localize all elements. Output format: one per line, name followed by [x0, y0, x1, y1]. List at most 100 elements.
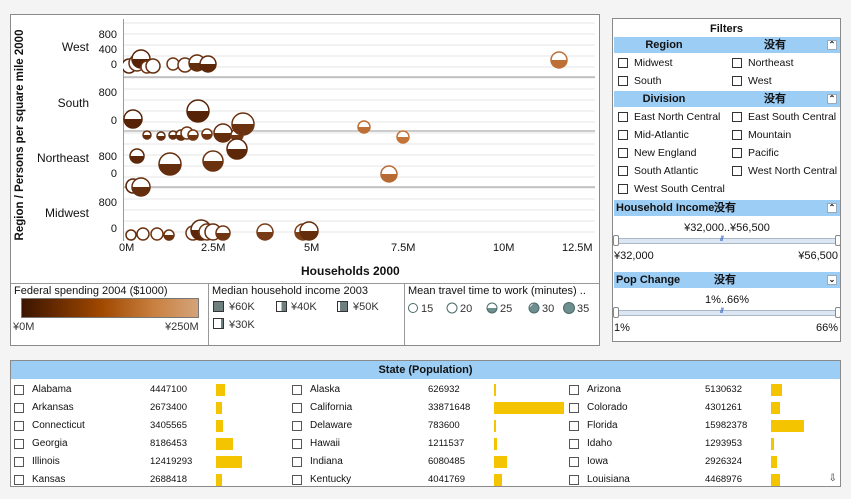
state-bubble[interactable] [131, 177, 151, 197]
state-checkbox[interactable] [292, 421, 302, 431]
state-name: Delaware [310, 420, 353, 431]
state-bubble[interactable] [129, 148, 145, 164]
state-bubble[interactable] [125, 229, 137, 241]
state-checkbox[interactable] [14, 403, 24, 413]
state-bubble[interactable] [201, 128, 213, 140]
division-checkbox[interactable] [732, 166, 742, 176]
state-checkbox[interactable] [14, 385, 24, 395]
y-tick: 0 [110, 223, 117, 235]
state-bubble[interactable] [123, 109, 143, 129]
division-filter-header[interactable]: Division 没有 ⌃ [614, 91, 840, 107]
state-bubble[interactable] [156, 131, 166, 141]
fill-three-quarter-icon [337, 301, 348, 312]
pop-change-slider[interactable] [618, 310, 836, 316]
state-checkbox[interactable] [14, 457, 24, 467]
state-bubble[interactable] [226, 138, 248, 160]
household-income-range: ¥32,000..¥56,500 [684, 222, 770, 234]
division-checkbox[interactable] [732, 112, 742, 122]
slider-max-handle[interactable] [835, 235, 841, 246]
state-bubble[interactable] [187, 129, 199, 141]
state-checkbox[interactable] [569, 385, 579, 395]
state-bubble[interactable] [136, 227, 150, 241]
state-checkbox[interactable] [569, 439, 579, 449]
state-bubble[interactable] [202, 150, 224, 172]
state-checkbox[interactable] [292, 403, 302, 413]
household-income-slider[interactable] [618, 238, 836, 244]
pop-change-header[interactable]: Pop Change 没有 ⌄ [614, 272, 840, 288]
region-checkbox-west[interactable] [732, 76, 742, 86]
expand-down-icon[interactable]: ⌄ [827, 275, 837, 285]
state-bubble[interactable] [163, 229, 175, 241]
population-bar [494, 384, 496, 396]
state-checkbox[interactable] [292, 385, 302, 395]
region-checkbox-south[interactable] [618, 76, 628, 86]
state-bubble[interactable] [357, 120, 371, 134]
state-bubble[interactable] [215, 225, 231, 241]
state-bubble[interactable] [142, 130, 152, 140]
division-checkbox[interactable] [618, 166, 628, 176]
collapse-up-icon[interactable]: ⌃ [827, 94, 837, 104]
x-tick: 7.5M [391, 242, 416, 254]
state-bubble[interactable] [186, 99, 210, 123]
division-checkbox[interactable] [618, 148, 628, 158]
slider-min-handle[interactable] [613, 235, 619, 246]
region-filter-header[interactable]: Region 没有 ⌃ [614, 37, 840, 53]
state-bubble[interactable] [550, 51, 568, 69]
scatter-chart-panel: Region / Persons per square mile 2000 We… [10, 14, 600, 346]
state-bubble[interactable] [256, 223, 274, 241]
household-income-filter: Household Income 没有 ⌃ ¥32,000..¥56,500 /… [613, 200, 841, 262]
division-checkbox[interactable] [732, 148, 742, 158]
state-checkbox[interactable] [14, 421, 24, 431]
state-checkbox[interactable] [14, 475, 24, 485]
state-checkbox[interactable] [292, 439, 302, 449]
region-checkbox-midwest[interactable] [618, 58, 628, 68]
state-population: 4468976 [705, 474, 742, 485]
state-bubble[interactable] [150, 227, 164, 241]
state-population-panel: State (Population) Alabama 4447100 Alaska 6… [10, 360, 841, 487]
state-name: Arkansas [32, 402, 74, 413]
region-checkbox-northeast[interactable] [732, 58, 742, 68]
state-population: 4447100 [150, 384, 187, 395]
x-tick: 5M [304, 242, 320, 254]
collapse-up-icon[interactable]: ⌃ [827, 40, 837, 50]
slider-grip-icon[interactable]: /// [720, 236, 724, 243]
size-legend-item: 15 [421, 303, 434, 315]
state-bubble[interactable] [199, 55, 217, 73]
state-checkbox[interactable] [14, 439, 24, 449]
x-tick: 0M [119, 242, 135, 254]
state-bubble[interactable] [145, 58, 161, 74]
region-filter: Region 没有 ⌃ Midwest Northeast South West [614, 37, 840, 87]
scroll-down-icon[interactable]: ⇩ [829, 473, 837, 484]
state-bubble[interactable] [396, 130, 410, 144]
x-axis-title: Households 2000 [301, 264, 400, 278]
state-bubble[interactable] [166, 57, 180, 71]
state-name: Alaska [310, 384, 341, 395]
state-checkbox[interactable] [569, 421, 579, 431]
division-checkbox[interactable] [618, 130, 628, 140]
state-checkbox[interactable] [569, 457, 579, 467]
state-checkbox[interactable] [569, 475, 579, 485]
collapse-up-icon[interactable]: ⌃ [827, 203, 837, 213]
division-checkbox[interactable] [732, 130, 742, 140]
division-checkbox[interactable] [618, 112, 628, 122]
slider-max-handle[interactable] [835, 307, 841, 318]
state-bubble[interactable] [213, 123, 233, 143]
color-gradient-bar [21, 298, 199, 318]
state-checkbox[interactable] [292, 475, 302, 485]
state-bubble[interactable] [158, 152, 182, 176]
state-bubble[interactable] [380, 165, 398, 183]
population-bar [216, 438, 233, 450]
region-option-label: South [634, 75, 662, 87]
color-legend-title: Federal spending 2004 ($1000) [14, 285, 168, 297]
slider-min-handle[interactable] [613, 307, 619, 318]
state-checkbox[interactable] [292, 457, 302, 467]
size-legend-item: 30 [542, 303, 555, 315]
state-bubble[interactable] [231, 112, 255, 136]
region-option-label: Midwest [634, 57, 673, 69]
plot-area[interactable] [123, 19, 595, 241]
slider-grip-icon[interactable]: /// [720, 308, 724, 315]
household-income-header[interactable]: Household Income 没有 ⌃ [614, 200, 840, 216]
division-checkbox[interactable] [618, 184, 628, 194]
state-bubble[interactable] [299, 221, 319, 241]
state-checkbox[interactable] [569, 403, 579, 413]
